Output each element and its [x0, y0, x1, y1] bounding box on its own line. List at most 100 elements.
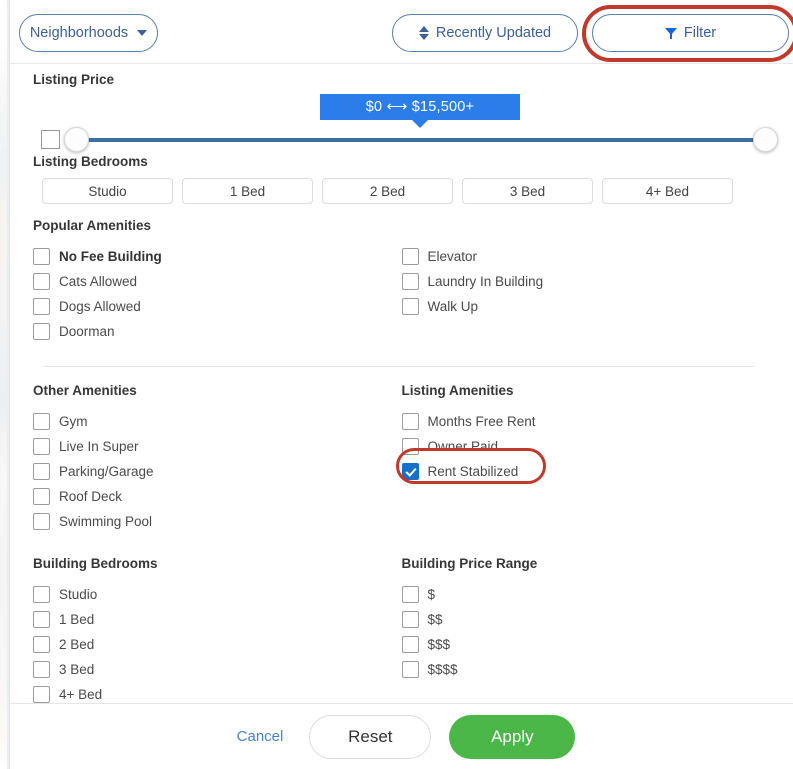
popular-amenities-section: Popular Amenities No Fee Building Cats A…: [33, 218, 770, 344]
checkbox-owner-paid[interactable]: [401, 438, 419, 455]
bedroom-option-2bed[interactable]: 2 Bed: [322, 178, 453, 204]
building-section: Building Bedrooms Studio 1 Bed 2 Bed 3 B…: [33, 556, 770, 707]
checkbox-row-live-in-super[interactable]: Live In Super: [33, 434, 402, 459]
checkbox-doorman[interactable]: [33, 323, 50, 340]
neighborhoods-dropdown[interactable]: Neighborhoods: [19, 14, 158, 52]
sort-dropdown[interactable]: Recently Updated: [392, 14, 578, 52]
checkbox-swimming-pool[interactable]: [33, 513, 50, 530]
checkbox-price-4[interactable]: [401, 661, 419, 678]
bedroom-option-studio[interactable]: Studio: [42, 178, 173, 204]
listing-bedrooms-section: Listing Bedrooms Studio 1 Bed 2 Bed 3 Be…: [33, 150, 770, 218]
bedroom-option-1bed[interactable]: 1 Bed: [182, 178, 313, 204]
checkbox-row-months-free-rent[interactable]: Months Free Rent: [401, 409, 771, 434]
listing-amenities-column: Listing Amenities Months Free Rent Owner…: [401, 383, 771, 534]
cancel-button[interactable]: Cancel: [229, 722, 292, 751]
checkbox-label: Walk Up: [427, 299, 479, 314]
checkbox-building-studio[interactable]: [33, 586, 50, 603]
checkbox-price-1[interactable]: [401, 586, 419, 603]
checkbox-label: Laundry In Building: [427, 274, 544, 289]
checkbox-row-no-fee-building[interactable]: No Fee Building: [33, 244, 402, 269]
checkbox-row-building-3bed[interactable]: 3 Bed: [33, 657, 402, 682]
checkbox-dogs-allowed[interactable]: [33, 298, 50, 315]
checkbox-parking-garage[interactable]: [33, 463, 50, 480]
checkbox-row-building-1bed[interactable]: 1 Bed: [33, 607, 402, 632]
bedroom-option-3bed[interactable]: 3 Bed: [462, 178, 593, 204]
checkbox-label: 2 Bed: [59, 637, 95, 652]
checkbox-building-1bed[interactable]: [33, 611, 50, 628]
background-page-strip: [0, 0, 9, 769]
checkbox-gym[interactable]: [33, 413, 50, 430]
bedroom-option-4plusbed[interactable]: 4+ Bed: [602, 178, 733, 204]
checkbox-row-walk-up[interactable]: Walk Up: [401, 294, 771, 319]
checkbox-price-2[interactable]: [401, 611, 419, 628]
checkbox-label: Dogs Allowed: [59, 299, 141, 314]
filter-footer: Cancel Reset Apply: [10, 703, 793, 769]
checkbox-row-price-2[interactable]: $$: [401, 607, 771, 632]
checkbox-building-2bed[interactable]: [33, 636, 50, 653]
slider-handle-max[interactable]: [753, 127, 778, 152]
checkbox-row-rent-stabilized[interactable]: Rent Stabilized: [401, 459, 771, 484]
checkbox-row-laundry-in-building[interactable]: Laundry In Building: [401, 269, 771, 294]
checkbox-building-3bed[interactable]: [33, 661, 50, 678]
checkbox-no-fee-building[interactable]: [33, 248, 50, 265]
checkbox-row-swimming-pool[interactable]: Swimming Pool: [33, 509, 402, 534]
building-bedrooms-title: Building Bedrooms: [33, 556, 158, 571]
reset-button[interactable]: Reset: [309, 714, 432, 759]
checkbox-rent-stabilized[interactable]: [401, 463, 419, 480]
checkbox-row-doorman[interactable]: Doorman: [33, 319, 402, 344]
checkbox-row-building-2bed[interactable]: 2 Bed: [33, 632, 402, 657]
checkbox-row-price-1[interactable]: $: [401, 582, 771, 607]
amenities-section: Other Amenities Gym Live In Super Parkin…: [33, 383, 770, 534]
checkbox-label: Cats Allowed: [59, 274, 138, 289]
checkbox-label: $$: [427, 612, 443, 627]
checkbox-label: Roof Deck: [59, 489, 123, 504]
checkbox-row-building-studio[interactable]: Studio: [33, 582, 402, 607]
other-amenities-title: Other Amenities: [33, 383, 137, 398]
checkbox-live-in-super[interactable]: [33, 438, 50, 455]
checkbox-label: Doorman: [59, 324, 115, 339]
checkbox-row-dogs-allowed[interactable]: Dogs Allowed: [33, 294, 402, 319]
filter-body: Listing Price $0 ⟷ $15,500+ Listing Bedr…: [10, 64, 793, 707]
other-amenities-column: Other Amenities Gym Live In Super Parkin…: [33, 383, 402, 534]
checkbox-price-3[interactable]: [401, 636, 419, 653]
checkbox-walk-up[interactable]: [401, 298, 419, 315]
checkbox-row-price-3[interactable]: $$$: [401, 632, 771, 657]
filter-panel: Neighborhoods Recently Updated Filter Li…: [9, 0, 793, 769]
checkbox-label: 1 Bed: [59, 612, 95, 627]
filter-button[interactable]: Filter: [592, 14, 789, 52]
checkbox-label: 4+ Bed: [59, 687, 103, 702]
checkbox-label: Live In Super: [59, 439, 139, 454]
filter-label: Filter: [683, 25, 717, 41]
checkbox-label: $$$$: [427, 662, 458, 677]
checkbox-row-price-4[interactable]: $$$$: [401, 657, 771, 682]
slider-handle-min[interactable]: [64, 127, 89, 152]
checkbox-row-roof-deck[interactable]: Roof Deck: [33, 484, 402, 509]
slider-track[interactable]: [73, 138, 765, 142]
checkbox-label: Rent Stabilized: [427, 464, 519, 479]
popular-amenities-column-left: No Fee Building Cats Allowed Dogs Allowe…: [33, 244, 402, 344]
filter-panel-screen: Neighborhoods Recently Updated Filter Li…: [0, 0, 793, 769]
checkbox-row-owner-paid[interactable]: Owner Paid: [401, 434, 771, 459]
checkbox-laundry-in-building[interactable]: [401, 273, 419, 290]
checkbox-label: Studio: [59, 587, 98, 602]
checkbox-row-parking-garage[interactable]: Parking/Garage: [33, 459, 402, 484]
checkbox-label: 3 Bed: [59, 662, 95, 677]
checkbox-label: Elevator: [427, 249, 478, 264]
checkbox-row-elevator[interactable]: Elevator: [401, 244, 771, 269]
building-bedrooms-column: Building Bedrooms Studio 1 Bed 2 Bed 3 B…: [33, 556, 402, 707]
checkbox-row-gym[interactable]: Gym: [33, 409, 402, 434]
checkbox-months-free-rent[interactable]: [401, 413, 419, 430]
checkbox-building-4plusbed[interactable]: [33, 686, 50, 703]
checkbox-row-cats-allowed[interactable]: Cats Allowed: [33, 269, 402, 294]
apply-button[interactable]: Apply: [449, 714, 576, 759]
checkbox-label: Parking/Garage: [59, 464, 154, 479]
checkbox-label: No Fee Building: [59, 249, 162, 264]
checkbox-elevator[interactable]: [401, 248, 419, 265]
checkbox-roof-deck[interactable]: [33, 488, 50, 505]
slider-edge-checkbox[interactable]: [41, 130, 60, 149]
popular-amenities-column-right: Elevator Laundry In Building Walk Up: [401, 244, 771, 344]
listing-amenities-title: Listing Amenities: [401, 383, 514, 398]
checkbox-cats-allowed[interactable]: [33, 273, 50, 290]
price-range-tooltip: $0 ⟷ $15,500+: [320, 94, 520, 120]
neighborhoods-label: Neighborhoods: [29, 25, 129, 41]
